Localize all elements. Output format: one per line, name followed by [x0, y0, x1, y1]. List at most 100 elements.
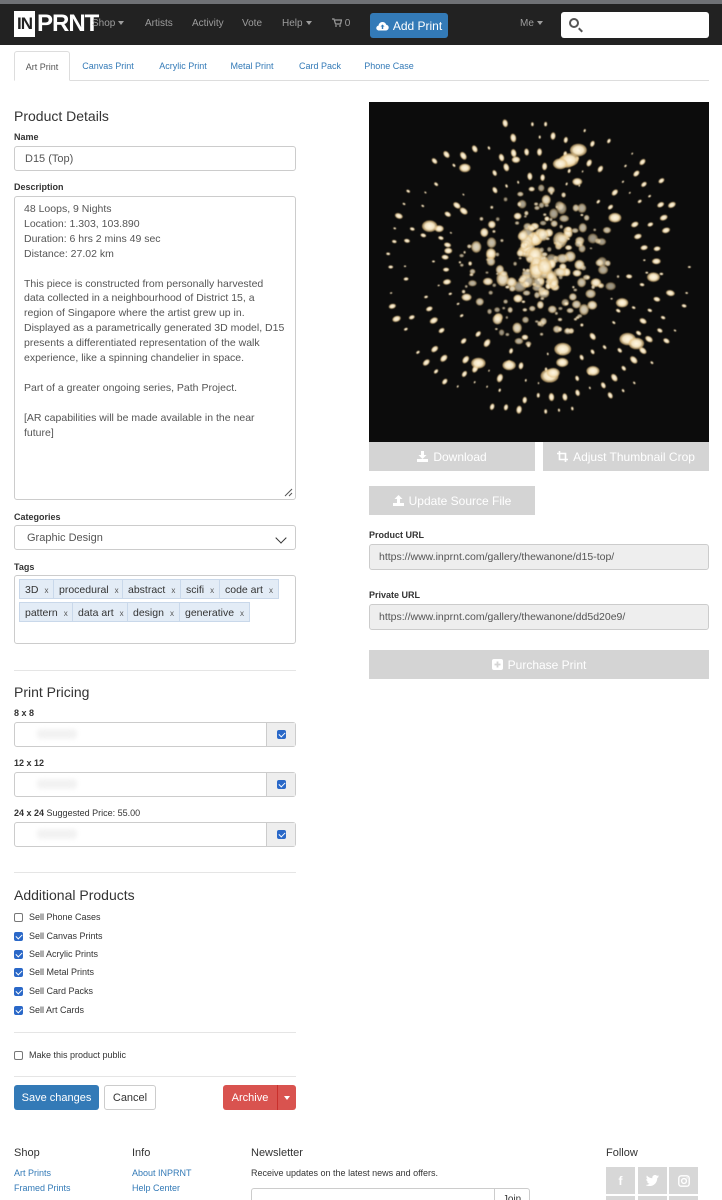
tag-remove-icon[interactable]: x	[115, 586, 119, 595]
sell-art-cards-checkbox[interactable]: Sell Art Cards	[14, 1005, 84, 1015]
category-select[interactable]: Graphic Design	[14, 525, 296, 550]
archive-dropdown-toggle[interactable]	[277, 1085, 296, 1110]
newsletter-email-input[interactable]	[251, 1188, 495, 1200]
nav-shop-dropdown[interactable]: Shop	[92, 18, 125, 29]
purchase-print-button[interactable]: Purchase Print	[369, 650, 709, 679]
product-url-field[interactable]: https://www.inprnt.com/gallery/thewanone…	[369, 544, 709, 570]
social-icon-row2[interactable]	[638, 1196, 667, 1200]
nav-activity-link[interactable]: Activity	[192, 18, 224, 29]
sell-acrylic-prints-checkbox[interactable]: Sell Acrylic Prints	[14, 949, 98, 959]
artwork-dot	[485, 271, 489, 274]
tab-metal-print[interactable]: Metal Print	[224, 51, 280, 81]
price-input-24x24[interactable]	[14, 822, 296, 847]
private-url-field[interactable]: https://www.inprnt.com/gallery/thewanone…	[369, 604, 709, 630]
artwork-dot	[621, 365, 627, 371]
artwork-dot	[525, 268, 531, 273]
chevron-down-icon	[305, 21, 312, 26]
artwork-dot	[458, 261, 462, 264]
enable-size-toggle[interactable]	[266, 773, 295, 796]
tags-input[interactable]: 3D x procedural x abstract x scifi x code ar…	[14, 575, 296, 644]
artwork-dot	[628, 337, 645, 350]
tag-remove-icon[interactable]: x	[44, 586, 48, 595]
artwork-dot	[498, 329, 505, 336]
blurred-price	[37, 779, 77, 789]
footer-link-help-center[interactable]: Help Center	[132, 1183, 180, 1193]
sell-phone-cases-checkbox[interactable]: Sell Phone Cases	[14, 912, 101, 922]
artwork-dot	[391, 239, 397, 244]
instagram-icon[interactable]	[669, 1167, 698, 1194]
adjust-crop-label: Adjust Thumbnail Crop	[573, 449, 695, 464]
nav-artists-link[interactable]: Artists	[145, 18, 173, 29]
tag-remove-icon[interactable]: x	[171, 586, 175, 595]
artwork-dot	[529, 305, 536, 312]
price-input-12x12[interactable]	[14, 772, 296, 797]
artwork-dot	[631, 221, 639, 228]
tab-phone-case[interactable]: Phone Case	[358, 51, 420, 81]
nav-cart-link[interactable]: 0	[332, 18, 350, 29]
name-value: D15 (Top)	[25, 152, 74, 165]
resize-grip-icon[interactable]	[283, 487, 293, 497]
artwork-dot	[433, 369, 439, 374]
tag-remove-icon[interactable]: x	[210, 586, 214, 595]
artwork-dot	[518, 230, 528, 241]
search-input[interactable]	[561, 12, 709, 38]
inprnt-logo[interactable]: IN PRNT	[14, 10, 99, 38]
artwork-dot	[647, 272, 660, 282]
archive-button[interactable]: Archive	[223, 1085, 277, 1110]
social-icon-row2[interactable]	[669, 1196, 698, 1200]
tag-remove-icon[interactable]: x	[269, 586, 273, 595]
tag-label: data art	[78, 607, 114, 619]
artwork-dot	[442, 279, 452, 285]
nav-vote-link[interactable]: Vote	[242, 18, 262, 29]
artwork-dot	[667, 201, 676, 208]
tag-label: abstract	[128, 584, 166, 596]
download-button[interactable]: Download	[369, 442, 535, 471]
artwork-dot	[597, 238, 607, 246]
artwork-dot	[561, 192, 566, 198]
price-input-8x8[interactable]	[14, 722, 296, 747]
tab-art-print[interactable]: Art Print	[14, 51, 70, 81]
footer-link-framed-prints[interactable]: Framed Prints	[14, 1183, 71, 1193]
facebook-icon[interactable]: f	[606, 1167, 635, 1194]
artwork-dot	[543, 256, 546, 259]
make-public-checkbox[interactable]: Make this product public	[14, 1050, 126, 1060]
adjust-thumbnail-crop-button[interactable]: Adjust Thumbnail Crop	[543, 442, 709, 471]
name-label: Name	[14, 132, 39, 142]
description-textarea[interactable]: 48 Loops, 9 Nights Location: 1.303, 103.…	[14, 196, 296, 500]
twitter-icon[interactable]	[638, 1167, 667, 1194]
artwork-dot	[483, 339, 491, 347]
enable-size-toggle[interactable]	[266, 723, 295, 746]
tab-acrylic-print[interactable]: Acrylic Print	[152, 51, 214, 81]
cancel-button[interactable]: Cancel	[104, 1085, 156, 1110]
artwork-dot	[607, 204, 614, 210]
tab-card-pack[interactable]: Card Pack	[292, 51, 348, 81]
social-icon-row2[interactable]	[606, 1196, 635, 1200]
sell-metal-prints-checkbox[interactable]: Sell Metal Prints	[14, 967, 94, 977]
save-changes-button[interactable]: Save changes	[14, 1085, 99, 1110]
top-navbar: IN PRNT Shop Artists Activity Vote Help …	[0, 4, 722, 45]
add-print-button[interactable]: Add Print	[370, 13, 448, 38]
sell-canvas-prints-checkbox[interactable]: Sell Canvas Prints	[14, 931, 103, 941]
tab-canvas-print[interactable]: Canvas Print	[76, 51, 140, 81]
artwork-dot	[526, 255, 534, 264]
footer-link-about[interactable]: About INPRNT	[132, 1168, 192, 1178]
artwork-dot	[496, 373, 503, 383]
nav-me-dropdown[interactable]: Me	[520, 18, 543, 29]
tag-remove-icon[interactable]: x	[64, 609, 68, 618]
footer-link-art-prints[interactable]: Art Prints	[14, 1168, 51, 1178]
enable-size-toggle[interactable]	[266, 823, 295, 846]
name-field[interactable]: D15 (Top)	[14, 146, 296, 171]
artwork-dot	[589, 332, 596, 340]
nav-me-label: Me	[520, 18, 534, 29]
artwork-dot	[634, 233, 642, 240]
newsletter-join-button[interactable]: Join	[494, 1188, 530, 1200]
tag-remove-icon[interactable]: x	[170, 609, 174, 618]
tag-remove-icon[interactable]: x	[120, 609, 124, 618]
artwork-dot	[639, 158, 646, 166]
sell-card-packs-checkbox[interactable]: Sell Card Packs	[14, 986, 93, 996]
update-source-file-button[interactable]: Update Source File	[369, 486, 535, 515]
tag-remove-icon[interactable]: x	[240, 609, 244, 618]
checkbox-label: Sell Card Packs	[29, 986, 94, 996]
artwork-dot	[578, 223, 587, 233]
nav-help-dropdown[interactable]: Help	[282, 18, 312, 29]
